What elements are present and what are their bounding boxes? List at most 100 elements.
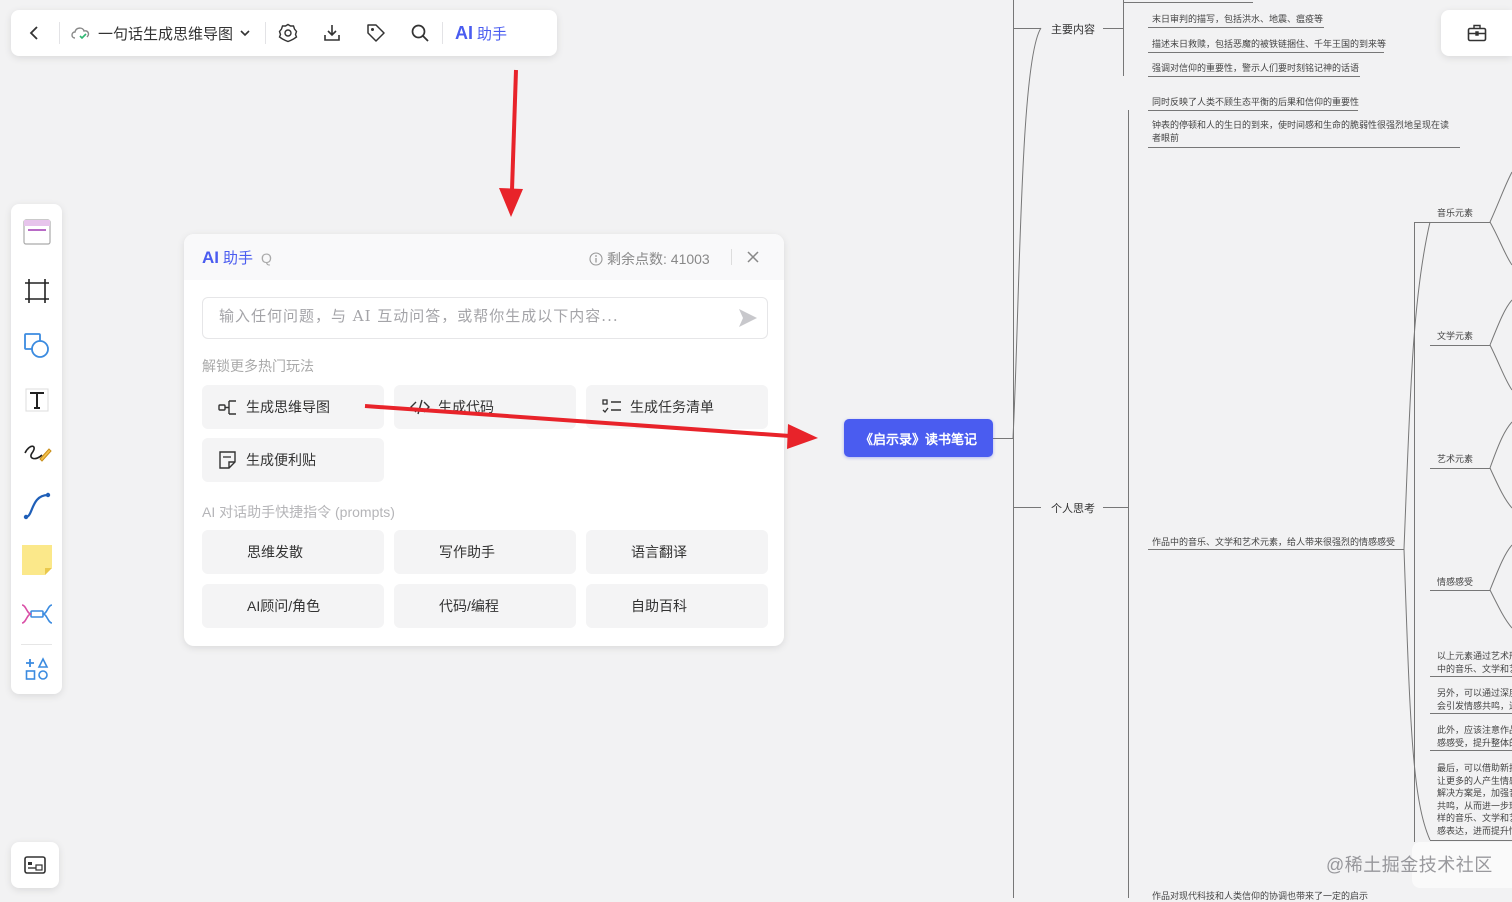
text-icon bbox=[25, 388, 48, 412]
ai-question-box bbox=[202, 297, 768, 339]
partial-leaf[interactable]: 以上元素通过艺术形 中的音乐、文学和艺 bbox=[1437, 650, 1512, 675]
settings-button[interactable] bbox=[266, 10, 310, 56]
divider bbox=[731, 249, 732, 265]
watermark-text: @稀土掘金技术社区 bbox=[1326, 855, 1493, 875]
tool-mindmap[interactable] bbox=[11, 594, 62, 634]
send-button[interactable] bbox=[737, 307, 759, 334]
doc-title-dropdown[interactable]: 一句话生成思维导图 bbox=[60, 10, 265, 56]
tool-more[interactable] bbox=[11, 649, 62, 689]
template-icon bbox=[22, 219, 51, 245]
connector bbox=[1430, 840, 1512, 841]
mindmap-spine bbox=[1013, 0, 1014, 898]
mindmap-root-node[interactable]: 《启示录》读书笔记 bbox=[844, 419, 993, 457]
shapes-icon bbox=[23, 333, 49, 358]
sub-node-emotion[interactable]: 情感感受 bbox=[1437, 575, 1473, 588]
action-generate-mindmap[interactable]: 生成思维导图 bbox=[202, 385, 384, 429]
tool-shape[interactable] bbox=[11, 326, 62, 366]
connector bbox=[1414, 222, 1490, 223]
partial-leaf[interactable]: 此外，应该注意作品 感感受，提升整体的 bbox=[1437, 724, 1512, 749]
leaf-node[interactable]: 强调对信仰的重要性，警示人们要时刻铭记神的话语 bbox=[1152, 61, 1359, 74]
branch-main-content[interactable]: 主要内容 bbox=[1051, 21, 1095, 37]
sub-node-literature[interactable]: 文学元素 bbox=[1437, 329, 1473, 342]
briefcase-icon bbox=[1467, 24, 1486, 42]
connector bbox=[1148, 52, 1384, 53]
connector bbox=[1128, 110, 1129, 898]
connector bbox=[1148, 76, 1360, 77]
gear-icon bbox=[278, 23, 298, 43]
leaf-node[interactable]: 作品对现代科技和人类信仰的协调也带来了一定的启示 bbox=[1152, 889, 1368, 902]
connector bbox=[1013, 507, 1041, 508]
connector bbox=[1148, 27, 1324, 28]
remaining-points-label: 剩余点数: 41003 bbox=[607, 251, 710, 267]
sticky-note-icon bbox=[219, 451, 236, 469]
sub-node-art[interactable]: 艺术元素 bbox=[1437, 452, 1473, 465]
search-button[interactable] bbox=[398, 10, 442, 56]
prompt-coding[interactable]: 代码/编程 bbox=[394, 584, 576, 628]
ai-assistant-panel: AI 助手 Q 剩余点数: 41003 解锁更多热门玩法 生成思维导图 生成代码… bbox=[184, 234, 784, 646]
remaining-points: 剩余点数: 41003 bbox=[589, 249, 710, 269]
tool-connector[interactable] bbox=[11, 486, 62, 526]
back-button[interactable] bbox=[11, 10, 59, 56]
tool-frame-template[interactable] bbox=[11, 212, 62, 252]
top-right-toolbar bbox=[1441, 10, 1512, 56]
connector bbox=[1148, 147, 1460, 148]
leaf-node[interactable]: 末日审判的描写，包括洪水、地震、瘟疫等 bbox=[1152, 12, 1323, 25]
prompt-writing[interactable]: 写作助手 bbox=[394, 530, 576, 574]
code-icon bbox=[410, 399, 430, 415]
prompt-label: 自助百科 bbox=[631, 598, 687, 614]
action-label: 生成思维导图 bbox=[246, 399, 330, 415]
minimap-toggle[interactable] bbox=[11, 842, 59, 888]
more-tools-icon bbox=[25, 657, 48, 680]
prompt-brainstorm[interactable]: 思维发散 bbox=[202, 530, 384, 574]
tag-icon bbox=[367, 24, 385, 42]
prompt-ai-advisor[interactable]: AI顾问/角色 bbox=[202, 584, 384, 628]
info-icon bbox=[589, 252, 603, 266]
leaf-node[interactable]: 描述末日救赎，包括恶魔的被铁链捆住、千年王国的到来等 bbox=[1152, 37, 1386, 50]
sub-node-music[interactable]: 音乐元素 bbox=[1437, 206, 1473, 219]
connector bbox=[1013, 28, 1041, 29]
close-icon bbox=[747, 251, 759, 263]
connector bbox=[1148, 110, 1358, 111]
branch-personal-thoughts[interactable]: 个人思考 bbox=[1051, 500, 1095, 516]
action-generate-code[interactable]: 生成代码 bbox=[394, 385, 576, 429]
action-label: 生成任务清单 bbox=[630, 399, 714, 415]
send-icon bbox=[739, 309, 757, 327]
action-generate-sticky[interactable]: 生成便利贴 bbox=[202, 438, 384, 482]
connector bbox=[1103, 507, 1128, 508]
partial-leaf[interactable]: 另外，可以通过深度 会引发情感共鸣，进 bbox=[1437, 687, 1512, 712]
doc-title: 一句话生成思维导图 bbox=[98, 25, 234, 43]
prompt-translate[interactable]: 语言翻译 bbox=[586, 530, 768, 574]
checklist-icon bbox=[602, 399, 621, 413]
connector bbox=[1103, 28, 1123, 29]
ai-label: AI bbox=[455, 22, 474, 43]
connector bbox=[1123, 0, 1124, 76]
download-button[interactable] bbox=[310, 10, 354, 56]
tool-frame[interactable] bbox=[11, 271, 62, 311]
section-prompts-label: AI 对话助手快捷指令 (prompts) bbox=[202, 504, 395, 520]
chevron-left-icon bbox=[29, 26, 38, 40]
connector bbox=[1430, 590, 1490, 591]
connector bbox=[1430, 676, 1512, 677]
partial-leaf[interactable]: 最后，可以借助新技 让更多的人产生情感 解决方案是，加强音 共鸣，从而进一步理 … bbox=[1437, 762, 1512, 837]
top-toolbar: 一句话生成思维导图 AI 助手 bbox=[11, 10, 557, 56]
tool-text[interactable] bbox=[11, 380, 62, 420]
close-button[interactable] bbox=[746, 247, 760, 269]
sticky-note-icon bbox=[21, 545, 52, 575]
tag-button[interactable] bbox=[354, 10, 398, 56]
panel-title-q: Q bbox=[261, 249, 272, 266]
leaf-node[interactable]: 钟表的停顿和人的生日的到来，使时间感和生命的脆弱性很强烈地呈现在读者眼前 bbox=[1152, 119, 1452, 144]
prompt-encyclopedia[interactable]: 自助百科 bbox=[586, 584, 768, 628]
leaf-node[interactable]: 同时反映了人类不顾生态平衡的后果和信仰的重要性 bbox=[1152, 95, 1359, 108]
ai-assistant-button[interactable]: AI 助手 bbox=[443, 10, 519, 56]
leaf-node[interactable]: 作品中的音乐、文学和艺术元素，给人带来很强烈的情感感受 bbox=[1152, 535, 1395, 548]
chevron-down-icon bbox=[240, 30, 250, 37]
prompt-label: 代码/编程 bbox=[439, 598, 499, 614]
connector bbox=[1430, 468, 1490, 469]
tool-pen[interactable] bbox=[11, 433, 62, 473]
toolbox-button[interactable] bbox=[1467, 24, 1487, 42]
prompt-label: AI顾问/角色 bbox=[247, 598, 321, 614]
mindmap-root-connector bbox=[993, 438, 1013, 439]
action-generate-tasklist[interactable]: 生成任务清单 bbox=[586, 385, 768, 429]
tool-sticky-note[interactable] bbox=[11, 540, 62, 580]
ai-question-input[interactable] bbox=[217, 306, 721, 326]
